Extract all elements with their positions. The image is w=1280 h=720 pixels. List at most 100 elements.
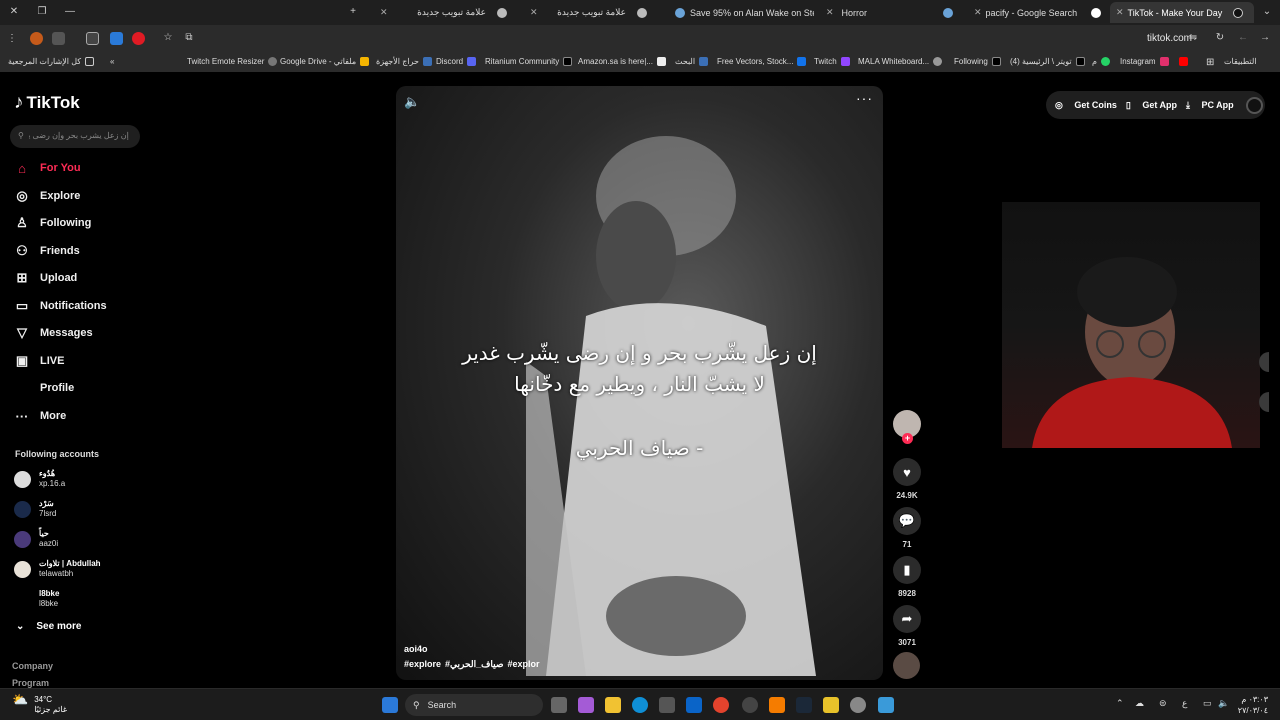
tab-tiktok[interactable]: ✕ TikTok - Make Your Day xyxy=(1110,2,1254,23)
bookmark-star-icon[interactable]: ☆ xyxy=(162,32,174,44)
search-input[interactable]: ⚲ إن زعل يشرب بحر وإن رضى يشرب غدير xyxy=(10,125,140,148)
extensions-puzzle-icon[interactable] xyxy=(86,32,99,45)
tiktok-logo[interactable]: ♪ TikTok xyxy=(14,92,80,114)
video-player[interactable]: 🔈 ··· إن زعل يشّرب بحر و إن رضى يشّرب غد… xyxy=(396,86,883,680)
video-author[interactable]: aoi4o xyxy=(404,644,428,654)
app-icon[interactable] xyxy=(823,697,839,713)
close-window-icon[interactable]: ✕ xyxy=(8,6,20,18)
bookmark-item[interactable]: MALA Whiteboard... xyxy=(858,57,943,66)
site-settings-icon[interactable]: ⇋ xyxy=(1187,32,1199,44)
more-options-icon[interactable]: ··· xyxy=(856,90,873,106)
see-more-button[interactable]: ⌄ See more xyxy=(16,621,81,632)
following-account[interactable]: سَرْد 7lsrd xyxy=(14,499,56,519)
nav-explore[interactable]: ◎ Explore xyxy=(14,186,80,206)
profile-avatar[interactable] xyxy=(1245,96,1263,114)
bookmark-item[interactable]: Ritanium Community xyxy=(485,57,573,66)
nav-upload[interactable]: ⊞ Upload xyxy=(14,268,78,288)
close-tab-icon[interactable]: ✕ xyxy=(1116,7,1124,18)
bookmark-item[interactable]: حراج الأجهزة xyxy=(376,57,432,66)
bookmark-item[interactable]: Google Drive - ملفاتي xyxy=(280,57,370,66)
bookmark-item[interactable]: Free Vectors, Stock... xyxy=(717,57,807,66)
photos-icon[interactable] xyxy=(878,697,894,713)
new-tab-icon[interactable]: + xyxy=(347,6,359,18)
get-app-button[interactable]: ▯ Get App xyxy=(1126,100,1177,111)
bookmark-item[interactable]: م xyxy=(1092,57,1110,66)
volume-icon[interactable]: 🔈 xyxy=(404,94,420,110)
like-button[interactable]: ♥ 24.9K xyxy=(892,458,922,500)
tab-steam[interactable]: Save 95% on Alan Wake on Ste xyxy=(664,2,814,23)
extension-icon[interactable] xyxy=(132,32,145,45)
minimize-window-icon[interactable]: — xyxy=(64,6,76,18)
store-icon[interactable] xyxy=(659,697,675,713)
taskbar-search[interactable]: ⚲ Search xyxy=(405,694,543,716)
next-video-button[interactable] xyxy=(1259,392,1269,412)
nav-for-you[interactable]: ⌂ For You xyxy=(14,158,80,178)
network-icon[interactable]: ▭ xyxy=(1203,698,1212,709)
chevron-up-icon[interactable]: ⌃ xyxy=(1116,698,1124,709)
hashtag[interactable]: #explore xyxy=(404,659,441,670)
nav-notifications[interactable]: ▭ Notifications xyxy=(14,296,107,316)
follow-plus-icon[interactable]: + xyxy=(902,433,913,444)
volume-icon[interactable]: 🔈 xyxy=(1218,698,1229,709)
language-indicator[interactable]: ع xyxy=(1182,698,1187,709)
pc-app-button[interactable]: ⤓ PC App xyxy=(1186,100,1234,111)
reload-icon[interactable]: ↻ xyxy=(1214,32,1226,44)
close-tab-icon[interactable]: ✕ xyxy=(826,7,834,18)
hashtag[interactable]: #explor xyxy=(508,659,540,670)
previous-video-button[interactable] xyxy=(1259,352,1269,372)
share-button[interactable]: ➦ 3071 xyxy=(892,605,922,647)
save-button[interactable]: ▮ 8928 xyxy=(892,556,922,598)
bookmark-item[interactable]: Twitch Emote Resizer xyxy=(187,57,278,66)
bookmark-item[interactable]: البحث xyxy=(675,57,709,66)
extension-icon[interactable] xyxy=(110,32,123,45)
following-account[interactable]: l8bke l8bke xyxy=(14,589,59,609)
copilot-icon[interactable] xyxy=(578,697,594,713)
close-tab-icon[interactable]: ✕ xyxy=(530,7,538,18)
chrome-icon[interactable] xyxy=(713,697,729,713)
restore-window-icon[interactable]: ❐ xyxy=(36,6,48,18)
nav-friends[interactable]: ⚇ Friends xyxy=(14,241,80,261)
bookmark-item[interactable]: (4) تويتر \ الرئيسية xyxy=(1010,57,1085,66)
tray-app-icon[interactable]: ☁ xyxy=(1135,698,1144,709)
get-coins-button[interactable]: ◎ Get Coins xyxy=(1055,100,1117,111)
forward-icon[interactable]: ← xyxy=(1237,32,1249,44)
bookmark-item[interactable]: Following xyxy=(954,57,1001,66)
menu-dots-icon[interactable]: ⋮ xyxy=(6,33,18,45)
youtube-bookmark[interactable] xyxy=(1175,57,1188,66)
close-tab-icon[interactable]: ✕ xyxy=(380,7,388,18)
bookmark-item[interactable]: Discord xyxy=(436,57,477,66)
tab-google[interactable]: ✕ pacify - Google Search xyxy=(962,2,1112,23)
weather-widget[interactable]: ⛅ 34°C غائم جزئيًا xyxy=(12,693,67,715)
tab-new-2[interactable]: ✕ علامة تبويب جديدة xyxy=(518,2,658,23)
tab-new-1[interactable]: ✕ علامة تبويب جديدة xyxy=(368,2,518,23)
music-disc-icon[interactable] xyxy=(893,652,920,679)
file-explorer-icon[interactable] xyxy=(605,697,621,713)
nav-profile[interactable]: Profile xyxy=(14,378,74,398)
close-tab-icon[interactable]: ✕ xyxy=(974,7,982,18)
share-icon[interactable]: ⧉ xyxy=(183,32,195,44)
chevron-left-icon[interactable]: « xyxy=(110,57,114,66)
extension-icon[interactable] xyxy=(52,32,65,45)
extension-icon[interactable] xyxy=(30,32,43,45)
following-account[interactable]: حياً aaz0i xyxy=(14,529,58,549)
edge-icon[interactable] xyxy=(632,697,648,713)
following-account[interactable]: هُدُوء xp.16.a xyxy=(14,469,65,489)
tray-app-icon[interactable]: ⊜ xyxy=(1159,698,1167,709)
app-icon[interactable] xyxy=(742,697,758,713)
steam-icon[interactable] xyxy=(796,697,812,713)
bookmark-item[interactable]: Instagram xyxy=(1120,57,1169,66)
bookmark-item[interactable]: Amazon.sa is here|... xyxy=(578,57,666,66)
hashtag[interactable]: #صياف_الحربي xyxy=(445,659,503,670)
following-account[interactable]: تلاوات | Abdullah telawatbh xyxy=(14,559,101,579)
footer-company-link[interactable]: Company xyxy=(12,661,53,671)
task-view-icon[interactable] xyxy=(551,697,567,713)
bookmark-item[interactable]: Twitch xyxy=(814,57,850,66)
outlook-icon[interactable] xyxy=(686,697,702,713)
nav-live[interactable]: ▣ LIVE xyxy=(14,351,65,371)
footer-program-link[interactable]: Program xyxy=(12,678,49,688)
clock[interactable]: ٠٣:٠٣ م ٢٧/٠٣/٠٤ xyxy=(1238,694,1268,716)
nav-messages[interactable]: ▽ Messages xyxy=(14,323,93,343)
back-icon[interactable]: → xyxy=(1259,32,1271,44)
tab-search-icon[interactable]: ⌄ xyxy=(1261,6,1273,18)
windows-start-icon[interactable] xyxy=(382,697,398,713)
